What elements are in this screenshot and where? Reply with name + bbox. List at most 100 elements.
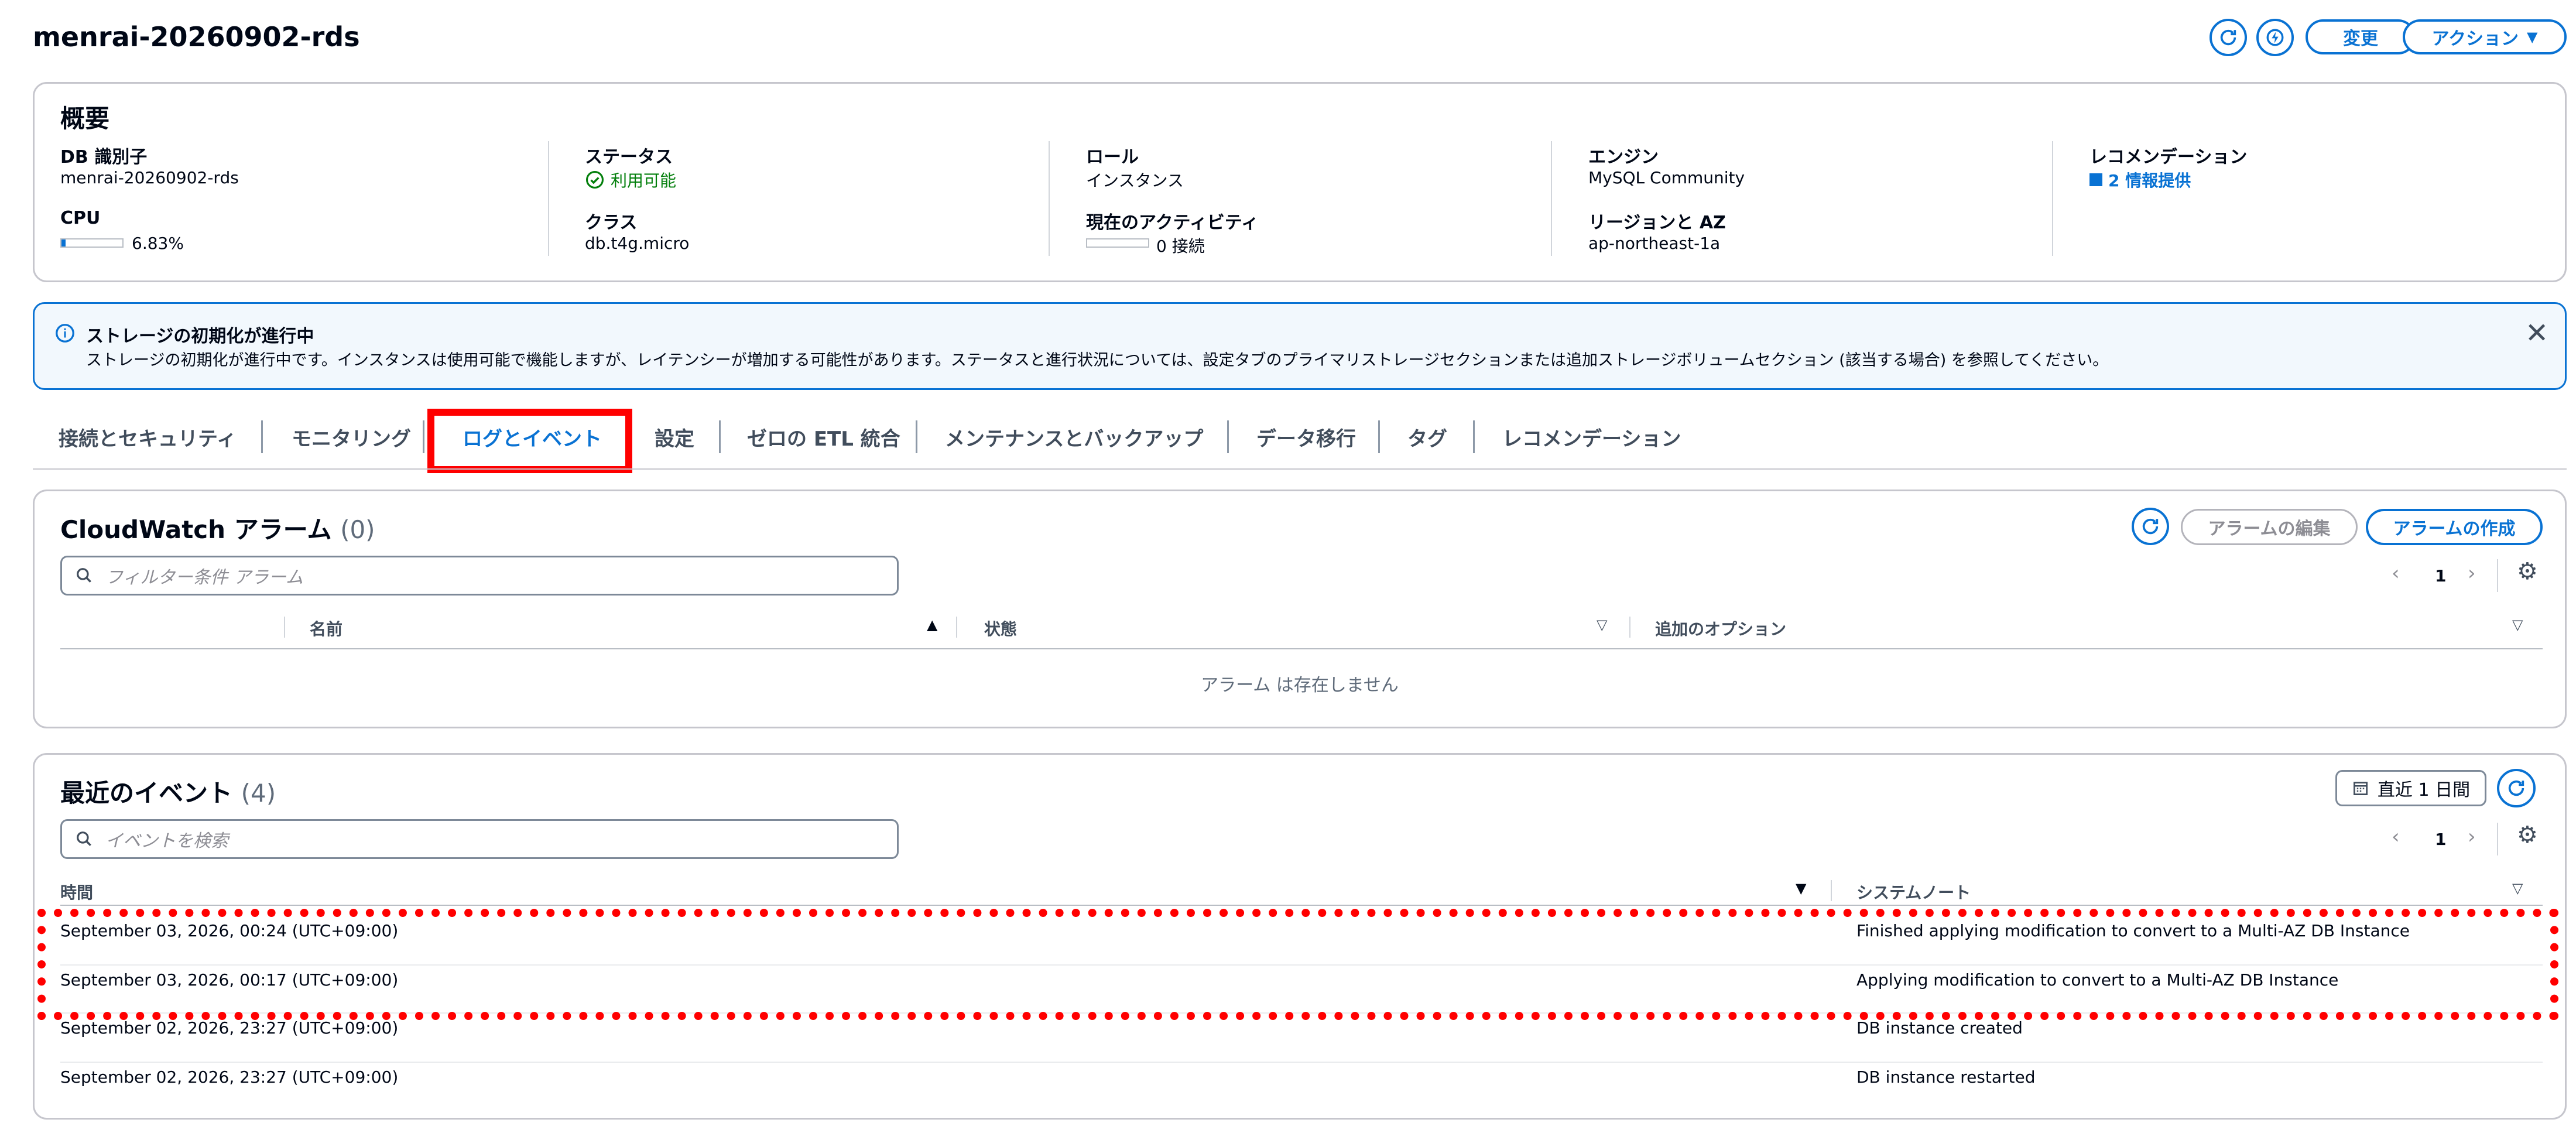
close-icon[interactable]: ✕ bbox=[2525, 317, 2548, 350]
divider bbox=[1551, 141, 1552, 256]
refresh-icon bbox=[2508, 780, 2524, 796]
class-value: db.t4g.micro bbox=[585, 234, 690, 253]
sort-down-icon[interactable]: ▽ bbox=[2512, 880, 2523, 896]
quick-action-button[interactable] bbox=[2256, 19, 2294, 56]
next-page-icon[interactable]: › bbox=[2468, 825, 2476, 848]
banner-title: ストレージの初期化が進行中 bbox=[86, 326, 314, 347]
role-label: ロール bbox=[1086, 147, 1139, 167]
alarms-title-text: CloudWatch アラーム bbox=[60, 515, 332, 544]
sort-down-icon[interactable]: ▽ bbox=[2512, 617, 2523, 633]
search-icon bbox=[77, 568, 91, 583]
info-icon bbox=[56, 324, 74, 343]
divider bbox=[2497, 559, 2498, 592]
cpu-label: CPU bbox=[60, 208, 101, 228]
refresh-icon bbox=[2142, 518, 2159, 535]
tab-divider bbox=[916, 420, 917, 453]
activity-value: 0 接続 bbox=[1156, 237, 1205, 256]
tab-connectivity[interactable]: 接続とセキュリティ bbox=[59, 423, 237, 451]
edit-alarm-button[interactable]: アラームの編集 bbox=[2181, 509, 2358, 545]
prev-page-icon[interactable]: ‹ bbox=[2392, 562, 2400, 585]
date-range-button[interactable]: 直近 1 日間 bbox=[2335, 770, 2486, 806]
modify-button[interactable]: 変更 bbox=[2306, 19, 2416, 54]
events-refresh-button[interactable] bbox=[2497, 769, 2536, 807]
status-value: 利用可能 bbox=[585, 168, 676, 191]
page-number[interactable]: 1 bbox=[2435, 566, 2446, 586]
events-title-text: 最近のイベント bbox=[60, 779, 233, 807]
divider bbox=[2052, 141, 2053, 256]
settings-gear-icon[interactable]: ⚙ bbox=[2517, 822, 2538, 848]
tab-divider bbox=[1473, 420, 1475, 453]
column-divider bbox=[1629, 617, 1630, 638]
tab-logs-events[interactable]: ログとイベント bbox=[463, 423, 602, 451]
alarm-search-placeholder: フィルター条件 アラーム bbox=[105, 567, 304, 588]
refresh-icon bbox=[2220, 29, 2236, 46]
alarms-count: (0) bbox=[340, 515, 375, 544]
empty-state-text: アラーム は存在しません bbox=[1201, 675, 1399, 696]
event-search-input[interactable]: イベントを検索 bbox=[60, 819, 899, 859]
tab-zero-etl[interactable]: ゼロの ETL 統合 bbox=[747, 423, 900, 451]
activity-bar bbox=[1086, 238, 1149, 248]
tab-maintenance[interactable]: メンテナンスとバックアップ bbox=[945, 423, 1203, 451]
tab-configuration[interactable]: 設定 bbox=[655, 423, 694, 451]
settings-gear-icon[interactable]: ⚙ bbox=[2517, 558, 2538, 585]
check-circle-icon bbox=[585, 170, 604, 189]
alarms-refresh-button[interactable] bbox=[2132, 508, 2169, 545]
event-time: September 02, 2026, 23:27 (UTC+09:00) bbox=[60, 1018, 399, 1038]
tab-divider bbox=[261, 420, 263, 453]
column-header-time[interactable]: 時間 bbox=[60, 880, 93, 903]
sort-up-icon[interactable]: ▲ bbox=[927, 617, 937, 633]
tab-divider bbox=[1227, 420, 1229, 453]
activity-label: 現在のアクティビティ bbox=[1086, 213, 1259, 233]
prev-page-icon[interactable]: ‹ bbox=[2392, 825, 2400, 848]
actions-label: アクション bbox=[2431, 29, 2519, 49]
create-alarm-button[interactable]: アラームの作成 bbox=[2366, 509, 2543, 545]
engine-value: MySQL Community bbox=[1588, 168, 1745, 187]
column-divider bbox=[1831, 880, 1832, 901]
divider bbox=[1049, 141, 1050, 256]
events-count: (4) bbox=[241, 779, 276, 807]
table-header-line bbox=[60, 905, 2543, 906]
cpu-bar-fill bbox=[61, 239, 66, 247]
rows-highlight-box bbox=[37, 909, 2558, 1020]
status-label: ステータス bbox=[585, 147, 673, 167]
page-number[interactable]: 1 bbox=[2435, 830, 2446, 849]
divider bbox=[2497, 823, 2498, 855]
banner-body: ストレージの初期化が進行中です。インスタンスは使用可能で機能しますが、レイテンシ… bbox=[86, 351, 2109, 369]
column-divider bbox=[956, 617, 957, 638]
column-header-state[interactable]: 状態 bbox=[984, 617, 1017, 640]
region-label: リージョンと AZ bbox=[1588, 213, 1726, 233]
tab-recommendations[interactable]: レコメンデーション bbox=[1502, 423, 1681, 451]
column-header-name[interactable]: 名前 bbox=[310, 617, 342, 640]
search-icon bbox=[77, 831, 91, 846]
tab-tags[interactable]: タグ bbox=[1407, 423, 1447, 451]
tab-divider bbox=[423, 420, 424, 453]
column-header-options[interactable]: 追加のオプション bbox=[1655, 617, 1786, 640]
cpu-value: 6.83% bbox=[132, 234, 184, 253]
tab-migration[interactable]: データ移行 bbox=[1256, 423, 1356, 451]
class-label: クラス bbox=[585, 213, 638, 233]
db-id-value: menrai-20260902-rds bbox=[60, 168, 239, 187]
db-id-label: DB 識別子 bbox=[60, 147, 148, 167]
recommend-link[interactable]: 2 情報提供 bbox=[2089, 168, 2191, 191]
tabs-underline bbox=[33, 468, 2567, 470]
alarms-card: CloudWatch アラーム (0) アラームの編集 アラームの作成 フィルタ… bbox=[33, 490, 2567, 728]
sort-down-icon[interactable]: ▽ bbox=[1597, 617, 1607, 633]
tab-monitoring[interactable]: モニタリング bbox=[292, 423, 411, 451]
events-title: 最近のイベント (4) bbox=[60, 774, 276, 809]
refresh-button[interactable] bbox=[2210, 19, 2247, 56]
info-square-icon bbox=[2089, 173, 2102, 186]
sort-down-icon[interactable]: ▼ bbox=[1796, 880, 1806, 896]
status-text: 利用可能 bbox=[611, 171, 677, 190]
alarm-search-input[interactable]: フィルター条件 アラーム bbox=[60, 556, 899, 595]
recommend-text: 2 情報提供 bbox=[2108, 171, 2191, 190]
calendar-icon bbox=[2353, 782, 2368, 795]
column-header-note[interactable]: システムノート bbox=[1856, 880, 1971, 903]
next-page-icon[interactable]: › bbox=[2468, 562, 2476, 585]
tab-divider bbox=[1378, 420, 1380, 453]
summary-card: 概要 DB 識別子 menrai-20260902-rds CPU 6.83% … bbox=[33, 82, 2567, 282]
summary-heading: 概要 bbox=[60, 104, 110, 133]
actions-button[interactable]: アクション ▼ bbox=[2403, 19, 2567, 54]
recommend-label: レコメンデーション bbox=[2089, 147, 2248, 167]
page-title: menrai-20260902-rds bbox=[33, 21, 360, 53]
alarms-title: CloudWatch アラーム (0) bbox=[60, 510, 375, 546]
